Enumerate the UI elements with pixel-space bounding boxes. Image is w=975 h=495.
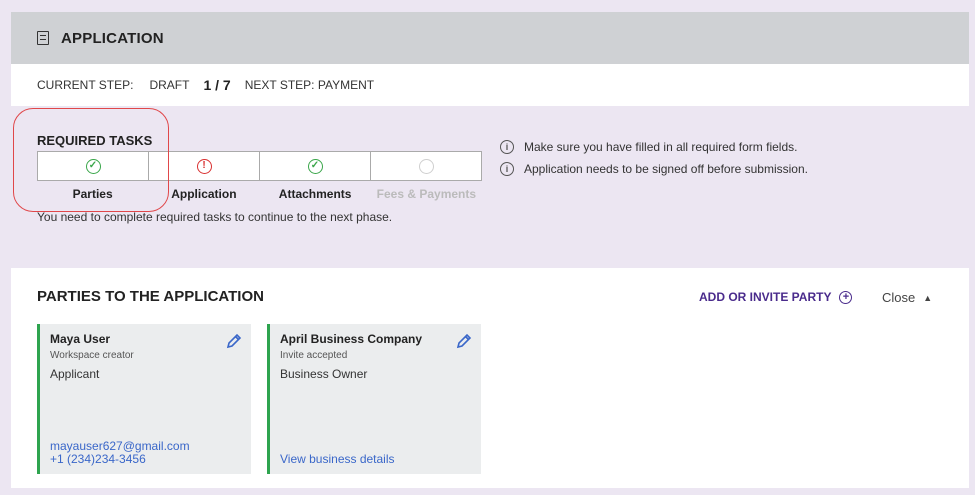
add-invite-party-button[interactable]: ADD OR INVITE PARTY + <box>699 290 853 304</box>
next-step-label: NEXT STEP: PAYMENT <box>244 78 375 92</box>
party-card: Maya User Workspace creator Applicant ma… <box>37 324 251 474</box>
party-subtitle: Invite accepted <box>280 350 348 361</box>
empty-circle-icon <box>418 158 434 174</box>
step-count: 1 / 7 <box>203 77 231 93</box>
notice-text: Application needs to be signed off befor… <box>524 162 808 176</box>
task-status-row: ✓ ! ✓ <box>37 151 482 181</box>
pencil-icon[interactable] <box>455 332 473 350</box>
task-label-attachments[interactable]: Attachments <box>260 187 371 201</box>
view-business-details-link[interactable]: View business details <box>280 453 395 466</box>
parties-title: PARTIES TO THE APPLICATION <box>37 288 264 305</box>
step-bar: CURRENT STEP: DRAFT 1 / 7 NEXT STEP: PAY… <box>11 64 969 106</box>
party-contact: mayauser627@gmail.com +1 (234)234-3456 <box>50 440 190 466</box>
current-step-value: DRAFT <box>149 78 190 92</box>
task-label-fees-payments: Fees & Payments <box>376 187 477 201</box>
notice-item: i Make sure you have filled in all requi… <box>500 140 808 154</box>
check-circle-icon: ✓ <box>85 158 101 174</box>
parties-panel: PARTIES TO THE APPLICATION ADD OR INVITE… <box>11 268 969 488</box>
close-panel-button[interactable]: Close ▲ <box>882 290 932 305</box>
party-subtitle: Workspace creator <box>50 350 134 361</box>
task-application[interactable]: ! <box>149 152 260 180</box>
info-icon: i <box>500 140 514 154</box>
close-label: Close <box>882 290 916 305</box>
required-tasks: REQUIRED TASKS ✓ ! ✓ Parties Application… <box>37 133 482 224</box>
notice-item: i Application needs to be signed off bef… <box>500 162 808 176</box>
party-role: Applicant <box>50 367 100 381</box>
chevron-up-icon: ▲ <box>923 292 933 303</box>
task-attachments[interactable]: ✓ <box>260 152 371 180</box>
error-circle-icon: ! <box>196 158 212 174</box>
required-tasks-heading: REQUIRED TASKS <box>37 133 153 148</box>
party-role: Business Owner <box>280 367 368 381</box>
party-phone[interactable]: +1 (234)234-3456 <box>50 453 190 466</box>
task-label-parties[interactable]: Parties <box>37 187 148 201</box>
document-icon <box>37 31 49 45</box>
info-icon: i <box>500 162 514 176</box>
plus-circle-icon: + <box>839 290 853 304</box>
party-card: April Business Company Invite accepted B… <box>267 324 481 474</box>
party-name: April Business Company <box>280 332 423 346</box>
task-labels: Parties Application Attachments Fees & P… <box>37 187 482 201</box>
party-contact: View business details <box>280 453 395 466</box>
task-parties[interactable]: ✓ <box>38 152 149 180</box>
application-header: APPLICATION <box>11 12 969 64</box>
notices: i Make sure you have filled in all requi… <box>500 140 808 184</box>
check-circle-icon: ✓ <box>307 158 323 174</box>
notice-text: Make sure you have filled in all require… <box>524 140 798 154</box>
pencil-icon[interactable] <box>225 332 243 350</box>
task-label-application[interactable]: Application <box>148 187 259 201</box>
party-name: Maya User <box>50 332 111 346</box>
add-invite-party-label: ADD OR INVITE PARTY <box>699 290 832 304</box>
task-fees-payments <box>371 152 481 180</box>
page-title: APPLICATION <box>61 29 164 47</box>
current-step-label: CURRENT STEP: <box>37 78 134 92</box>
tasks-note: You need to complete required tasks to c… <box>37 210 393 224</box>
